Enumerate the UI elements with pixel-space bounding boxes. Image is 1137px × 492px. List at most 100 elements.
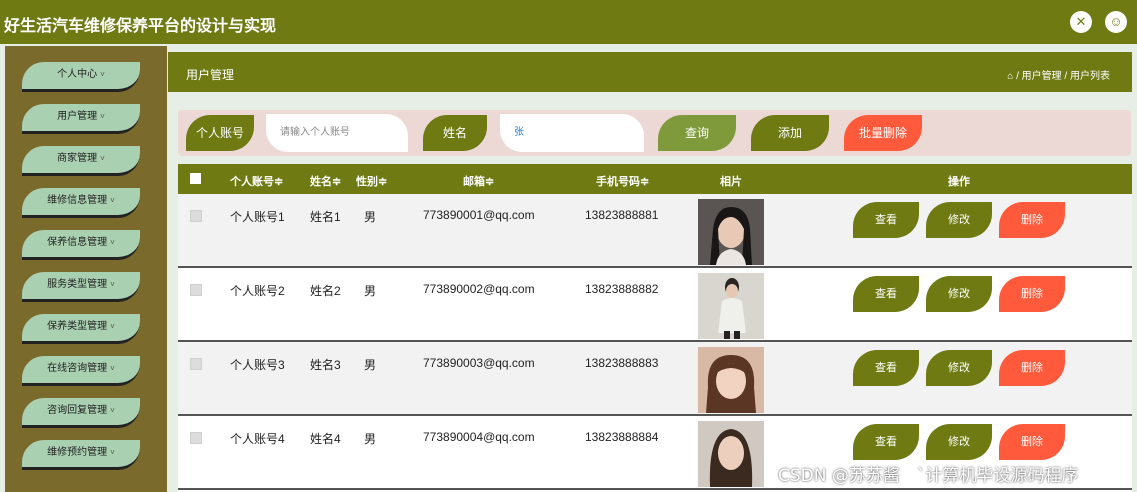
name-cell: 姓名1 (310, 210, 341, 224)
chevron-down-icon: ˅ (110, 196, 115, 205)
phone-cell: 13823888882 (585, 282, 659, 296)
name-label: 姓名 (423, 115, 487, 151)
sidebar-item-merchants[interactable]: 商家管理 ˅ (22, 146, 140, 176)
user-icon[interactable]: ☺ (1105, 11, 1127, 33)
gender-cell: 男 (364, 358, 377, 372)
column-header-phone[interactable]: 手机号码≑ (596, 173, 649, 189)
gender-cell: 男 (364, 210, 377, 224)
table-row: 个人账号3 姓名3 男 773890003@qq.com 13823888883… (178, 342, 1132, 416)
search-bar: 个人账号 请输入个人账号 姓名 张 查询 添加 批量删除 (178, 110, 1131, 156)
sidebar-item-label: 商家管理 (57, 153, 98, 164)
sidebar-item-repair-appointments[interactable]: 维修预约管理 ˅ (22, 440, 140, 470)
edit-button[interactable]: 修改 (926, 202, 992, 238)
row-checkbox[interactable] (190, 210, 202, 222)
sidebar-item-online-consult[interactable]: 在线咨询管理 ˅ (22, 356, 140, 386)
name-search-input[interactable]: 张 (500, 114, 644, 152)
email-cell: 773890002@qq.com (423, 282, 535, 296)
breadcrumb[interactable]: ⌂ / 用户管理 / 用户列表 (1007, 67, 1110, 82)
column-header-email[interactable]: 邮箱≑ (463, 173, 494, 189)
name-cell: 姓名2 (310, 284, 341, 298)
column-header-account[interactable]: 个人账号≑ (230, 173, 283, 189)
fullscreen-icon[interactable]: ✕ (1070, 11, 1092, 33)
chevron-down-icon: ˅ (110, 322, 115, 331)
chevron-down-icon: ˅ (110, 238, 115, 247)
user-photo (698, 347, 764, 413)
chevron-down-icon: ˅ (100, 154, 105, 163)
delete-button[interactable]: 删除 (999, 350, 1065, 386)
view-button[interactable]: 查看 (853, 424, 919, 460)
account-label: 个人账号 (186, 115, 254, 151)
email-cell: 773890004@qq.com (423, 430, 535, 444)
account-cell: 个人账号4 (230, 432, 285, 446)
edit-button[interactable]: 修改 (926, 350, 992, 386)
chevron-down-icon: ˅ (110, 406, 115, 415)
select-all-checkbox[interactable] (190, 173, 201, 184)
name-cell: 姓名4 (310, 432, 341, 446)
column-header-photo: 相片 (720, 176, 742, 188)
email-cell: 773890003@qq.com (423, 356, 535, 370)
delete-button[interactable]: 删除 (999, 276, 1065, 312)
query-button[interactable]: 查询 (658, 115, 736, 151)
chevron-down-icon: ˅ (110, 364, 115, 373)
phone-cell: 13823888883 (585, 356, 659, 370)
sidebar-item-users[interactable]: 用户管理 ˅ (22, 104, 140, 134)
chevron-down-icon: ˅ (100, 112, 105, 121)
sidebar-item-label: 个人中心 (57, 69, 98, 80)
row-checkbox[interactable] (190, 358, 202, 370)
table-row: 个人账号1 姓名1 男 773890001@qq.com 13823888881… (178, 194, 1132, 268)
chevron-down-icon: ˅ (110, 280, 115, 289)
account-search-input[interactable]: 请输入个人账号 (266, 114, 408, 152)
user-photo (698, 199, 764, 265)
phone-cell: 13823888881 (585, 208, 659, 222)
gender-cell: 男 (364, 284, 377, 298)
sidebar-item-label: 在线咨询管理 (47, 363, 108, 374)
view-button[interactable]: 查看 (853, 276, 919, 312)
account-cell: 个人账号1 (230, 210, 285, 224)
account-cell: 个人账号3 (230, 358, 285, 372)
table-row: 个人账号2 姓名2 男 773890002@qq.com 13823888882… (178, 268, 1132, 342)
account-cell: 个人账号2 (230, 284, 285, 298)
edit-button[interactable]: 修改 (926, 424, 992, 460)
sidebar-item-service-types[interactable]: 服务类型管理 ˅ (22, 272, 140, 302)
page-header: 用户管理 ⌂ / 用户管理 / 用户列表 (168, 52, 1132, 92)
gender-cell: 男 (364, 432, 377, 446)
sidebar-item-label: 保养信息管理 (47, 237, 108, 248)
sidebar-item-maintenance-types[interactable]: 保养类型管理 ˅ (22, 314, 140, 344)
name-cell: 姓名3 (310, 358, 341, 372)
row-checkbox[interactable] (190, 284, 202, 296)
edit-button[interactable]: 修改 (926, 276, 992, 312)
view-button[interactable]: 查看 (853, 202, 919, 238)
email-cell: 773890001@qq.com (423, 208, 535, 222)
watermark: CSDN @苏苏酱 `计算机毕设源码程序 (778, 466, 1079, 486)
add-button[interactable]: 添加 (751, 115, 829, 151)
sidebar-item-label: 咨询回复管理 (47, 405, 108, 416)
sidebar-item-label: 服务类型管理 (47, 279, 108, 290)
sidebar-item-label: 保养类型管理 (47, 321, 108, 332)
sidebar-item-label: 维修信息管理 (47, 195, 108, 206)
sidebar-item-repair-info[interactable]: 维修信息管理 ˅ (22, 188, 140, 218)
phone-cell: 13823888884 (585, 430, 659, 444)
top-bar: 好生活汽车维修保养平台的设计与实现 ✕ ☺ (0, 0, 1137, 44)
sidebar-item-label: 用户管理 (57, 111, 98, 122)
user-photo (698, 421, 764, 487)
app-title: 好生活汽车维修保养平台的设计与实现 (4, 16, 277, 35)
sidebar-item-personal-center[interactable]: 个人中心 ˅ (22, 62, 140, 92)
page-title: 用户管理 (186, 68, 235, 82)
column-header-actions: 操作 (948, 176, 970, 188)
sidebar-item-maintenance-info[interactable]: 保养信息管理 ˅ (22, 230, 140, 260)
sidebar: 个人中心 ˅ 用户管理 ˅ 商家管理 ˅ 维修信息管理 ˅ 保养信息管理 ˅ 服务类型管理… (5, 46, 167, 492)
sidebar-item-consult-replies[interactable]: 咨询回复管理 ˅ (22, 398, 140, 428)
row-checkbox[interactable] (190, 432, 202, 444)
batch-delete-button[interactable]: 批量删除 (844, 115, 922, 151)
chevron-down-icon: ˅ (100, 70, 105, 79)
delete-button[interactable]: 删除 (999, 202, 1065, 238)
sidebar-item-label: 维修预约管理 (47, 447, 108, 458)
chevron-down-icon: ˅ (110, 448, 115, 457)
view-button[interactable]: 查看 (853, 350, 919, 386)
user-table: 个人账号≑ 姓名≑ 性别≑ 邮箱≑ 手机号码≑ 相片 操作 个人账号1 姓名1 … (178, 164, 1132, 492)
delete-button[interactable]: 删除 (999, 424, 1065, 460)
table-header: 个人账号≑ 姓名≑ 性别≑ 邮箱≑ 手机号码≑ 相片 操作 (178, 164, 1132, 194)
column-header-name[interactable]: 姓名≑ (310, 173, 341, 189)
column-header-gender[interactable]: 性别≑ (356, 173, 387, 189)
user-photo (698, 273, 764, 339)
